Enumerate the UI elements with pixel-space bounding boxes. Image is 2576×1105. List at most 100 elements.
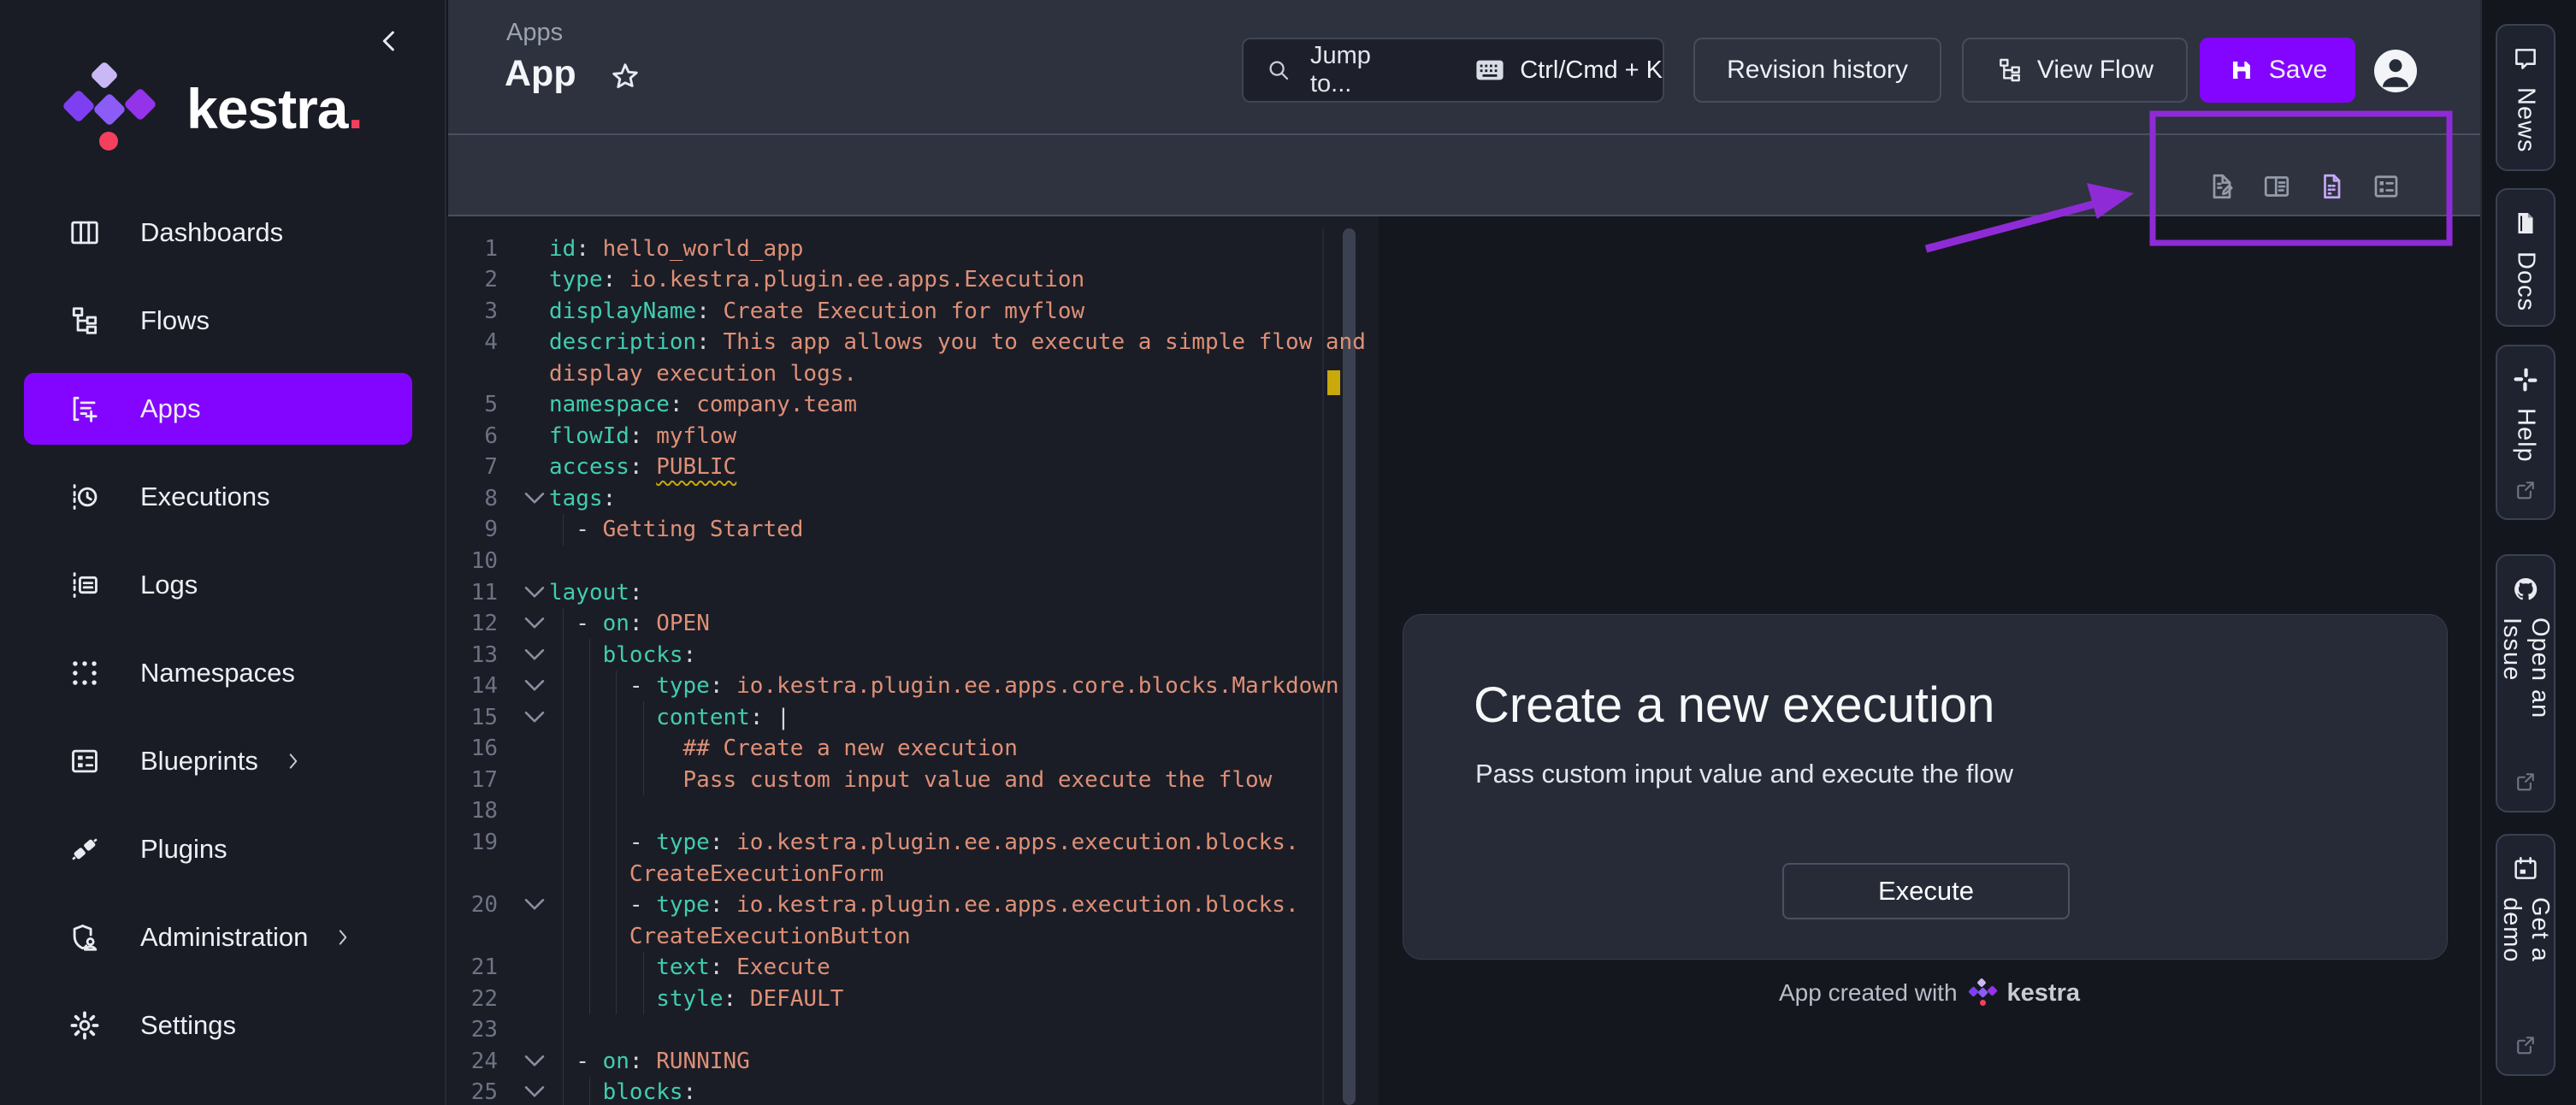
indent-guide <box>563 671 564 702</box>
settings-icon <box>68 1009 101 1042</box>
fold-chevron-icon[interactable] <box>520 578 549 607</box>
indent-guide <box>643 952 644 984</box>
jump-to-search[interactable]: Jump to... Ctrl/Cmd + K <box>1242 38 1664 103</box>
namespaces-icon <box>68 657 101 689</box>
code-line[interactable]: 9- Getting Started <box>446 514 1379 546</box>
blueprints-icon <box>68 745 101 777</box>
sidebar-item-executions[interactable]: Executions <box>24 461 412 533</box>
sidebar-item-apps[interactable]: Apps <box>24 373 412 445</box>
indent-guide <box>616 671 617 702</box>
code-line[interactable]: 25blocks: <box>446 1077 1379 1105</box>
code-line[interactable]: 7access: PUBLIC <box>446 452 1379 483</box>
indent-guide <box>643 701 644 733</box>
indent-guide <box>616 858 617 889</box>
code-line[interactable]: CreateExecutionForm <box>446 858 1379 889</box>
rail-button-news[interactable]: News <box>2496 24 2555 171</box>
rail-button-get-a-demo[interactable]: Get a demo <box>2496 834 2555 1076</box>
sidebar-collapse-icon[interactable] <box>373 26 407 60</box>
external-link-icon <box>2514 478 2538 502</box>
code-line[interactable]: 21text: Execute <box>446 952 1379 984</box>
code-line[interactable]: 10 <box>446 546 1379 577</box>
fold-chevron-icon[interactable] <box>520 1047 549 1076</box>
code-line[interactable]: 11layout: <box>446 576 1379 608</box>
breadcrumb[interactable]: Apps <box>506 19 563 47</box>
rail-button-help[interactable]: Help <box>2496 345 2555 520</box>
view-flow-button[interactable]: View Flow <box>1962 38 2188 103</box>
indent-guide <box>589 733 590 765</box>
fold-chevron-icon[interactable] <box>520 890 549 919</box>
file-edit-icon[interactable] <box>2207 171 2237 202</box>
sidebar-item-blueprints[interactable]: Blueprints <box>24 725 412 797</box>
execution-card: Create a new execution Pass custom input… <box>1403 614 2448 960</box>
sidebar-item-logs[interactable]: Logs <box>24 549 412 621</box>
fold-chevron-icon[interactable] <box>520 1078 549 1105</box>
sidebar-item-settings[interactable]: Settings <box>24 990 412 1061</box>
fold-chevron-icon[interactable] <box>520 703 549 732</box>
revision-history-button[interactable]: Revision history <box>1693 38 1941 103</box>
sidebar-item-plugins[interactable]: Plugins <box>24 813 412 885</box>
fold-chevron-icon[interactable] <box>520 609 549 638</box>
sidebar-item-administration[interactable]: Administration <box>24 901 412 973</box>
code-editor[interactable]: 1id: hello_world_app2type: io.kestra.plu… <box>446 216 1379 1105</box>
rail-button-docs[interactable]: Docs <box>2496 188 2555 327</box>
save-icon <box>2228 56 2255 84</box>
favorite-star-icon[interactable] <box>609 60 641 92</box>
rail-button-open-an-issue[interactable]: Open an Issue <box>2496 554 2555 812</box>
indent-guide <box>563 733 564 765</box>
indent-guide <box>616 764 617 795</box>
code-line[interactable]: 8tags: <box>446 482 1379 514</box>
code-line[interactable]: 4description: This app allows you to exe… <box>446 327 1379 358</box>
fold-chevron-icon[interactable] <box>520 641 549 670</box>
code-line[interactable]: 5namespace: company.team <box>446 389 1379 421</box>
code-line[interactable]: 19- type: io.kestra.plugin.ee.apps.execu… <box>446 826 1379 858</box>
sidebar-item-flows[interactable]: Flows <box>24 285 412 357</box>
code-line[interactable]: 20- type: io.kestra.plugin.ee.apps.execu… <box>446 889 1379 921</box>
line-number: 3 <box>446 298 520 324</box>
file-icon[interactable] <box>2316 171 2347 202</box>
code-line[interactable]: display execution logs. <box>446 358 1379 389</box>
code-line[interactable]: 12- on: OPEN <box>446 608 1379 640</box>
chevron-right-icon <box>332 926 354 948</box>
code-line[interactable]: 15content: | <box>446 701 1379 733</box>
fold-chevron-icon[interactable] <box>520 671 549 700</box>
code-line[interactable]: 2type: io.kestra.plugin.ee.apps.Executio… <box>446 264 1379 296</box>
line-number: 4 <box>446 329 520 355</box>
execute-button[interactable]: Execute <box>1782 863 2070 919</box>
code-line[interactable]: 24- on: RUNNING <box>446 1045 1379 1077</box>
code-line[interactable]: CreateExecutionButton <box>446 920 1379 952</box>
indent-guide <box>563 701 564 733</box>
sidebar-item-label: Namespaces <box>140 658 295 688</box>
code-line[interactable]: 14- type: io.kestra.plugin.ee.apps.core.… <box>446 671 1379 702</box>
save-button[interactable]: Save <box>2200 38 2355 103</box>
form-icon[interactable] <box>2371 171 2402 202</box>
indent-guide <box>616 826 617 858</box>
sidebar-item-namespaces[interactable]: Namespaces <box>24 637 412 709</box>
indent-guide <box>563 1014 564 1046</box>
code-line[interactable]: 6flowId: myflow <box>446 420 1379 452</box>
code-line[interactable]: 23 <box>446 1014 1379 1046</box>
news-icon <box>2511 44 2540 74</box>
avatar[interactable] <box>2374 50 2417 92</box>
line-number: 16 <box>446 736 520 761</box>
fold-chevron-icon[interactable] <box>520 484 549 513</box>
external-link-icon <box>2514 1033 2538 1057</box>
code-line[interactable]: 3displayName: Create Execution for myflo… <box>446 295 1379 327</box>
sidebar-item-dashboards[interactable]: Dashboards <box>24 197 412 269</box>
indent-guide <box>589 671 590 702</box>
code-line[interactable]: 13blocks: <box>446 639 1379 671</box>
line-number: 6 <box>446 423 520 449</box>
sidebar-item-label: Administration <box>140 922 308 953</box>
sidebar-item-label: Executions <box>140 482 270 512</box>
indent-guide <box>563 1077 564 1105</box>
code-line[interactable]: 16## Create a new execution <box>446 733 1379 765</box>
line-number: 8 <box>446 486 520 511</box>
rail-button-label: Docs <box>2512 251 2540 311</box>
split-view-icon[interactable] <box>2261 171 2292 202</box>
rail-button-label: Help <box>2512 408 2540 463</box>
kestra-logo[interactable]: kestra. <box>63 62 388 156</box>
code-line[interactable]: 17Pass custom input value and execute th… <box>446 764 1379 795</box>
page-title: App <box>505 53 576 95</box>
code-line[interactable]: 1id: hello_world_app <box>446 233 1379 264</box>
code-line[interactable]: 22style: DEFAULT <box>446 983 1379 1014</box>
code-line[interactable]: 18 <box>446 795 1379 827</box>
